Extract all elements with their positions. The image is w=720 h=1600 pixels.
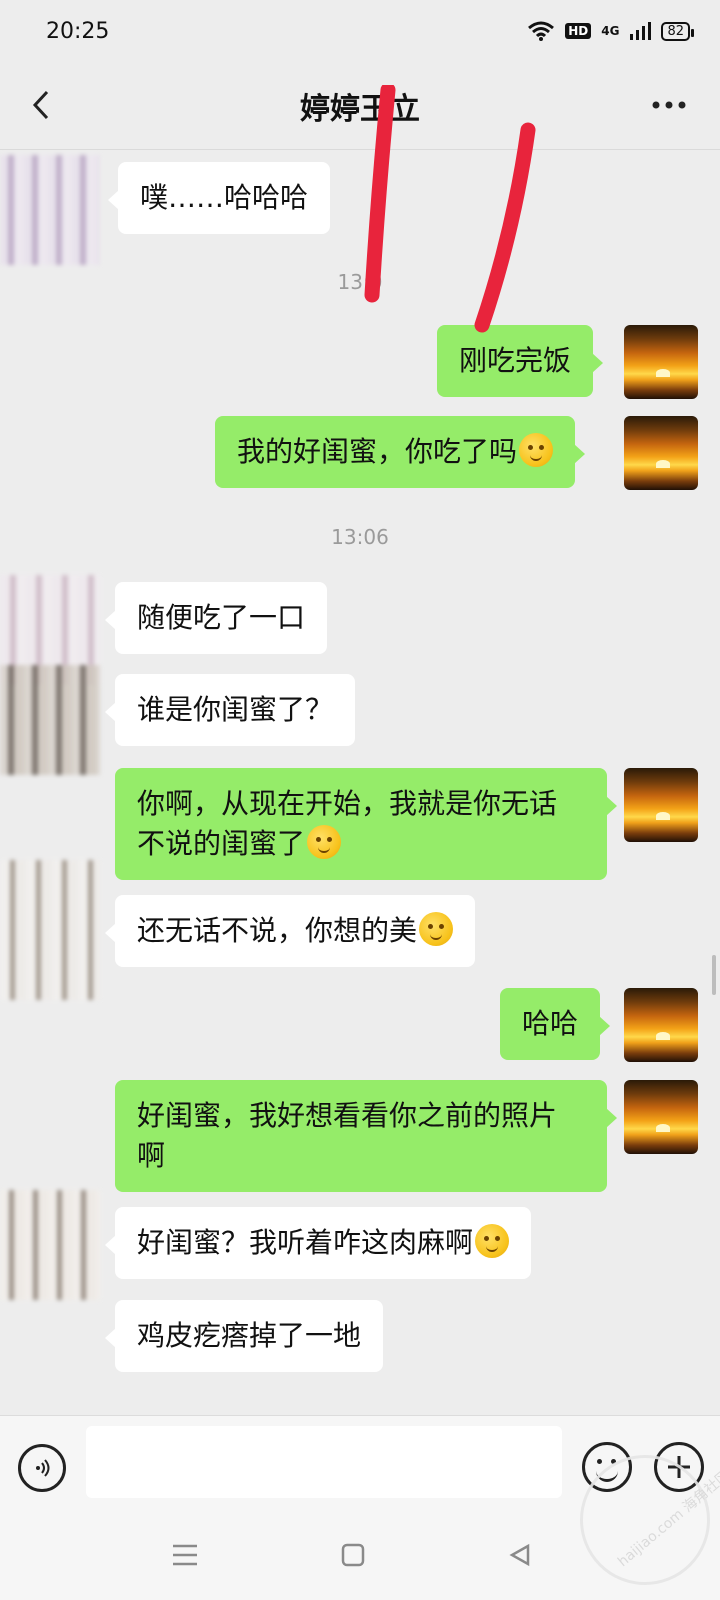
emoji-icon (419, 912, 454, 946)
message-bubble-sent[interactable]: 好闺蜜，我好想看看你之前的照片 啊 (115, 1080, 617, 1192)
message-text-line: 啊 (137, 1139, 166, 1172)
emoji-icon (519, 433, 554, 467)
message-input[interactable] (86, 1426, 562, 1498)
message-text: 鸡皮疙瘩掉了一地 (137, 1319, 362, 1352)
message-text: 刚吃完饭 (459, 344, 572, 377)
message-timestamp: 13:06 (331, 525, 389, 549)
message-text-line: 不说的闺蜜了 (137, 827, 306, 860)
contact-avatar[interactable] (0, 155, 100, 265)
message-bubble-received[interactable]: 随便吃了一口 (104, 582, 328, 654)
message-text: 谁是你闺蜜了？ (137, 693, 334, 726)
chat-message-list[interactable]: 噗……哈哈哈 13:0 刚吃完饭 我的好闺蜜，你吃了吗 13:06 随便吃了一口… (0, 150, 720, 1415)
my-avatar[interactable] (624, 1080, 698, 1154)
voice-button[interactable] (18, 1444, 66, 1492)
message-bubble-received[interactable]: 好闺蜜？我听着咋这肉麻啊 (104, 1207, 532, 1279)
more-dots-icon (652, 101, 686, 109)
wifi-icon (528, 21, 555, 41)
emoji-icon (475, 1224, 510, 1258)
hd-badge: HD (565, 23, 592, 39)
contact-avatar[interactable] (0, 1190, 100, 1300)
watermark-logo: haijiao.com 海角社区 (580, 1455, 720, 1585)
voice-icon (36, 1459, 50, 1477)
message-text: 噗……哈哈哈 (140, 181, 309, 214)
my-avatar[interactable] (624, 325, 698, 399)
message-bubble-sent[interactable]: 我的好闺蜜，你吃了吗 (215, 416, 586, 488)
red-annotation-mark (474, 122, 536, 333)
home-button[interactable] (333, 1535, 373, 1575)
status-icons: HD 4G 82 (527, 21, 694, 41)
message-text: 还无话不说，你想的美 (137, 914, 418, 947)
message-text-line: 好闺蜜，我好想看看你之前的照片 (137, 1099, 558, 1132)
chevron-left-icon (32, 90, 49, 120)
back-button[interactable] (18, 82, 64, 128)
more-button[interactable] (644, 82, 694, 128)
message-bubble-received[interactable]: 噗……哈哈哈 (107, 162, 331, 234)
red-annotation-mark (364, 85, 396, 303)
contact-avatar[interactable] (0, 665, 100, 775)
menu-icon (173, 1544, 197, 1566)
signal-icon (630, 22, 652, 40)
my-avatar[interactable] (624, 988, 698, 1062)
message-bubble-sent[interactable]: 哈哈 (500, 988, 611, 1060)
contact-avatar[interactable] (0, 860, 100, 1000)
my-avatar[interactable] (624, 416, 698, 490)
message-bubble-sent[interactable]: 刚吃完饭 (437, 325, 604, 397)
my-avatar[interactable] (624, 768, 698, 842)
back-nav-button[interactable] (500, 1535, 540, 1575)
back-triangle-icon (509, 1543, 530, 1567)
message-bubble-sent[interactable]: 你啊，从现在开始，我就是你无话 不说的闺蜜了 (115, 768, 617, 880)
message-bubble-received[interactable]: 还无话不说，你想的美 (104, 895, 476, 967)
message-bubble-received[interactable]: 谁是你闺蜜了？ (104, 674, 356, 746)
scroll-indicator[interactable] (712, 955, 716, 995)
message-bubble-received[interactable]: 鸡皮疙瘩掉了一地 (104, 1300, 384, 1372)
message-text: 哈哈 (522, 1007, 579, 1040)
status-time: 20:25 (46, 18, 110, 44)
message-text: 好闺蜜？我听着咋这肉麻啊 (137, 1226, 474, 1259)
message-text: 我的好闺蜜，你吃了吗 (237, 435, 518, 468)
message-text-line: 你啊，从现在开始，我就是你无话 (137, 787, 558, 820)
emoji-icon (307, 825, 342, 859)
network-type: 4G (601, 24, 620, 38)
message-text: 随便吃了一口 (137, 601, 306, 634)
status-bar: 20:25 HD 4G 82 (0, 0, 720, 62)
battery-indicator: 82 (661, 21, 694, 41)
home-square-icon (341, 1543, 365, 1567)
recent-apps-button[interactable] (165, 1535, 205, 1575)
